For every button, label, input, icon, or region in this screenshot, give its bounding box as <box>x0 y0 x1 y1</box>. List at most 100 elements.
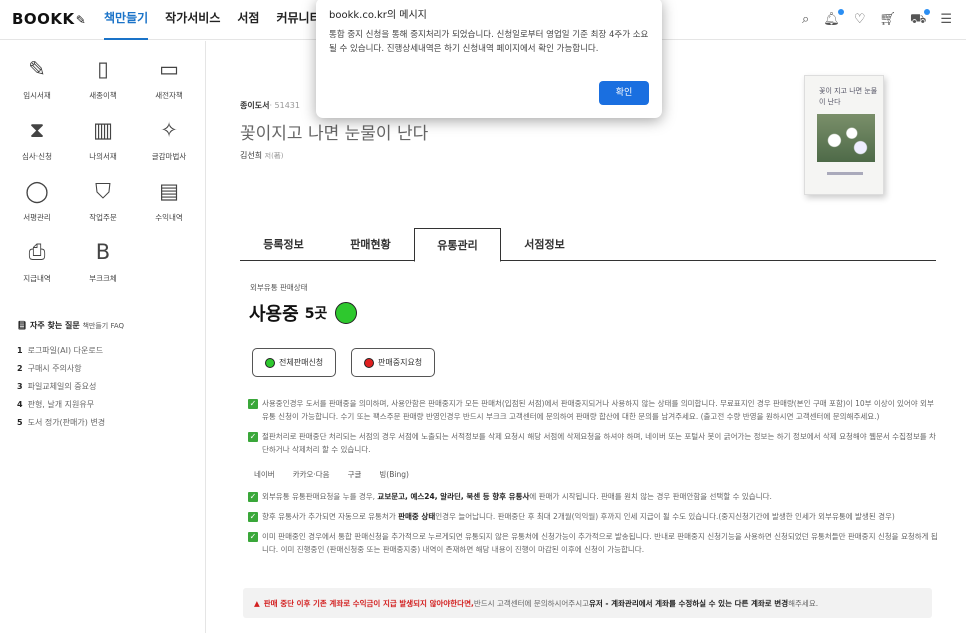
faq-title: 📘︎ 자주 찾는 질문 책만들기 FAQ <box>17 321 125 330</box>
sidebar-item-label: 심사·신청 <box>22 152 52 161</box>
red-dot-icon <box>364 357 374 368</box>
nav-book-making[interactable]: 책만들기 <box>104 0 149 40</box>
tab-distribution[interactable]: 유통관리 <box>414 228 501 262</box>
sidebar-item-temp-library[interactable]: ✎ 임시서재 <box>4 53 70 101</box>
faq-item[interactable]: 2 구매시 주의사항 <box>17 363 197 374</box>
sidebar-item-label: 새종이책 <box>89 91 117 100</box>
note-item: ✓ 사용중인경우 도서를 판매중을 의미하며, 사용안함은 판매중지가 모든 판매… <box>248 399 934 421</box>
menu-icon[interactable]: ☰ <box>940 12 952 29</box>
shopping-bag-icon: ⛉ <box>95 179 111 203</box>
printer-icon: ⎙ <box>28 240 46 264</box>
sidebar-item-label: 작업주문 <box>89 213 117 222</box>
sidebar-item-label: 부크크체 <box>89 274 117 283</box>
sidebar-item-label: 글감마법사 <box>151 152 187 161</box>
chat-icon: ◯ <box>25 179 49 203</box>
search-engine-links: 네이버 카카오·다음 구글 빙(Bing) <box>248 463 938 490</box>
book-author: 김선희 저(著) <box>240 151 284 160</box>
note-item: ✓ 외부유통 유통판매요청을 누를 경우, 교보문고, 예스24, 알라딘, 북센… <box>248 492 772 502</box>
sidebar-item-payments[interactable]: ⎙ 지급내역 <box>4 236 70 284</box>
engine-link-bing[interactable]: 빙(Bing) <box>379 469 409 480</box>
status-text: 사용중 <box>249 304 299 325</box>
status-count: 5곳 <box>304 306 328 322</box>
heart-icon[interactable]: ♡ <box>854 12 866 29</box>
request-all-sales-button[interactable]: 전체판매신청 <box>252 348 337 377</box>
pencil-icon: ✎ <box>28 57 46 81</box>
header-icons: ⌕ 🔔︎ ♡ 🛒︎ ⛟ ☰ <box>802 9 952 29</box>
note-item: ✓ 이미 판매중인 경우에서 통합 판매신청을 추가적으로 누르게되면 유통되지 … <box>248 532 938 554</box>
distribution-status-label: 외부유통 판매상태 <box>250 283 308 292</box>
tab-sales-status[interactable]: 판매현황 <box>327 228 414 261</box>
delivery-dot <box>924 9 931 15</box>
sidebar-item-bookk-font[interactable]: B 부크크체 <box>70 236 136 284</box>
book-title: 꽃이지고 나면 눈물이 난다 <box>240 124 429 144</box>
nav-author-service[interactable]: 작가서비스 <box>165 0 220 40</box>
request-stop-sales-button[interactable]: 판매중지요청 <box>351 348 436 377</box>
sidebar: ✎ 임시서재 ▯ 새종이책 ▭ 새전자책 ⧗ 심사·신청 ▥ 나의서재 ✧ 글감마법사 ◯ 서… <box>0 41 206 633</box>
cover-footer <box>827 172 863 175</box>
browser-alert-dialog: bookk.co.kr의 메시지 통합 중지 신청을 통해 중지처리가 되었습니… <box>316 0 662 118</box>
receipt-icon: ▤ <box>159 179 179 203</box>
dialog-ok-button[interactable]: 확인 <box>599 81 649 105</box>
dialog-title: bookk.co.kr의 메시지 <box>329 10 427 21</box>
distribution-status: 사용중 5곳 <box>249 300 358 326</box>
sidebar-item-new-paper-book[interactable]: ▯ 새종이책 <box>70 53 136 101</box>
dialog-message: 통합 중지 신청을 통해 중지처리가 되었습니다. 신청일로부터 영업일 기준 … <box>329 30 649 54</box>
tab-registration-info[interactable]: 등록정보 <box>240 228 327 261</box>
faq-section: 📘︎ 자주 찾는 질문 책만들기 FAQ 1 로그파일(AI) 다운로드 2 구매시… <box>17 320 197 435</box>
sidebar-item-writing-wizard[interactable]: ✧ 글감마법사 <box>136 114 202 162</box>
search-icon[interactable]: ⌕ <box>802 12 809 29</box>
engine-link-google[interactable]: 구글 <box>348 469 362 480</box>
faq-item[interactable]: 3 파일교체일의 중요성 <box>17 381 197 392</box>
faq-item[interactable]: 1 로그파일(AI) 다운로드 <box>17 345 197 356</box>
app-window: BOOKK✎ 책만들기 작가서비스 서점 커뮤니티 ⌕ 🔔︎ ♡ 🛒︎ ⛟ ☰ … <box>0 0 966 633</box>
sidebar-item-my-library[interactable]: ▥ 나의서재 <box>70 114 136 162</box>
cart-icon[interactable]: 🛒︎ <box>879 12 896 29</box>
tab-bookstore-info[interactable]: 서점정보 <box>501 228 588 261</box>
sidebar-item-review-apply[interactable]: ⧗ 심사·신청 <box>4 114 70 162</box>
sidebar-item-work-order[interactable]: ⛉ 작업주문 <box>70 175 136 223</box>
truck-icon[interactable]: ⛟ <box>910 9 931 29</box>
engine-link-kakao-daum[interactable]: 카카오·다음 <box>293 469 330 480</box>
font-b-icon: B <box>95 240 111 264</box>
sidebar-item-revenue[interactable]: ▤ 수익내역 <box>136 175 202 223</box>
distribution-notes: ✓ 사용중인경우 도서를 판매중을 의미하며, 사용안함은 판매중지가 모든 판매… <box>248 397 938 563</box>
engine-link-naver[interactable]: 네이버 <box>254 469 275 480</box>
note-item: ✓ 절판처리로 판매중단 처리되는 서점의 경우 서점에 노출되는 서적정보를 삭… <box>248 432 936 454</box>
faq-book-icon: 📘︎ <box>17 321 30 330</box>
sidebar-item-label: 서평관리 <box>23 213 51 222</box>
book-icon: ▯ <box>97 57 109 81</box>
check-icon: ✓ <box>248 512 258 522</box>
check-icon: ✓ <box>248 492 258 502</box>
notification-dot <box>837 9 844 15</box>
faq-item[interactable]: 4 판형, 날개 지원유무 <box>17 399 197 410</box>
bookshelf-icon: ▥ <box>93 118 113 142</box>
hourglass-icon: ⧗ <box>29 118 45 142</box>
status-green-dot <box>335 302 358 324</box>
faq-list: 1 로그파일(AI) 다운로드 2 구매시 주의사항 3 파일교체일의 중요성 4 판형… <box>17 345 197 428</box>
pen-icon: ✎ <box>75 13 87 27</box>
account-change-alert: ▲ 판매 중단 이후 기존 계좌로 수익금이 지급 발생되지 않아야한다면, 반드… <box>243 588 932 618</box>
cover-title: 꽃이 지고 나면 눈물이 난다 <box>819 87 878 106</box>
bell-icon[interactable]: 🔔︎ <box>823 9 844 29</box>
warning-icon: ▲ <box>254 598 260 608</box>
check-icon: ✓ <box>248 532 258 542</box>
nav-community[interactable]: 커뮤니티 <box>276 0 320 40</box>
sidebar-item-new-ebook[interactable]: ▭ 새전자책 <box>136 53 202 101</box>
check-icon: ✓ <box>248 399 258 409</box>
sidebar-item-label: 나의서재 <box>89 152 117 161</box>
sidebar-menu-grid: ✎ 임시서재 ▯ 새종이책 ▭ 새전자책 ⧗ 심사·신청 ▥ 나의서재 ✧ 글감마법사 ◯ 서… <box>4 53 204 284</box>
bookk-logo[interactable]: BOOKK✎ <box>12 10 86 28</box>
green-dot-icon <box>265 357 275 368</box>
sidebar-item-review-manage[interactable]: ◯ 서평관리 <box>4 175 70 223</box>
sidebar-item-label: 새전자책 <box>155 91 183 100</box>
check-icon: ✓ <box>248 432 258 442</box>
main-nav: 책만들기 작가서비스 서점 커뮤니티 <box>104 0 338 40</box>
nav-bookstore[interactable]: 서점 <box>237 0 259 40</box>
book-tabs: 등록정보 판매현황 유통관리 서점정보 <box>240 228 936 262</box>
book-type: 종이도서· 51431 <box>240 101 300 110</box>
tablet-icon: ▭ <box>159 57 179 81</box>
faq-item[interactable]: 5 도서 정가(판매가) 변경 <box>17 417 197 428</box>
book-cover: 꽃이 지고 나면 눈물이 난다 <box>804 75 884 195</box>
sidebar-item-label: 임시서재 <box>23 91 51 100</box>
sidebar-item-label: 지급내역 <box>23 274 51 283</box>
